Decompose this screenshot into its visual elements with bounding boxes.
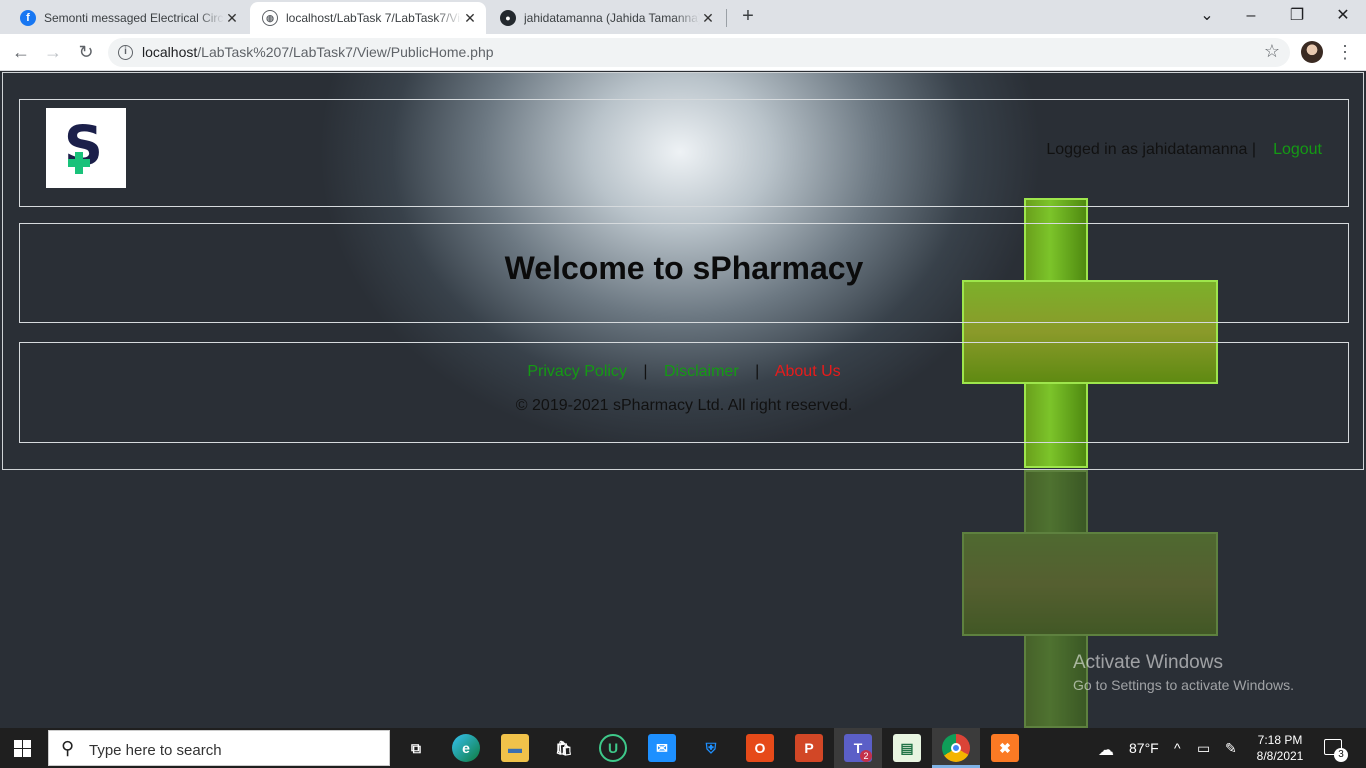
footer-links: Privacy Policy | Disclaimer | About Us	[20, 363, 1348, 381]
browser-tab-bar: f Semonti messaged Electrical Circ ✕ ◍ l…	[0, 0, 1366, 34]
tab-github[interactable]: ● jahidatamanna (Jahida Tamanna) ✕	[488, 2, 724, 34]
url-text[interactable]: localhost/LabTask%207/LabTask7/View/Publ…	[142, 44, 494, 60]
footer-separator: |	[643, 363, 648, 380]
edge-browser-icon[interactable]: e	[452, 734, 480, 762]
chrome-icon[interactable]	[942, 734, 970, 762]
copyright-text: © 2019-2021 sPharmacy Ltd. All right res…	[515, 397, 853, 414]
url-host: localhost	[142, 44, 198, 60]
tab-search-icon[interactable]: ⌄	[1195, 4, 1219, 28]
activate-windows-watermark: Activate Windows Go to Settings to activ…	[1073, 652, 1294, 693]
windows-taskbar: ⚲ Type here to search ⧉ e ▬ 🛍 U ✉ ⛨ O P …	[0, 728, 1366, 768]
close-tab-icon[interactable]: ✕	[462, 10, 478, 26]
tab-title: jahidatamanna (Jahida Tamanna)	[524, 11, 700, 25]
restore-icon[interactable]: ❐	[1285, 4, 1309, 28]
search-placeholder: Type here to search	[89, 742, 222, 759]
url-path: /LabTask%207/LabTask7/View/PublicHome.ph…	[197, 44, 494, 60]
disclaimer-link[interactable]: Disclaimer	[664, 363, 739, 380]
security-shield-icon[interactable]: ⛨	[697, 734, 725, 762]
tray-chevron-up-icon[interactable]: ^	[1174, 740, 1181, 756]
pen-icon[interactable]: ✎	[1225, 740, 1237, 757]
browser-toolbar: ← → ↻ i localhost/LabTask%207/LabTask7/V…	[0, 34, 1366, 71]
github-icon: ●	[500, 10, 516, 26]
teams-badge: 2	[860, 750, 872, 762]
bookmark-star-icon[interactable]: ☆	[1264, 41, 1280, 62]
project-app-icon[interactable]: ▤	[893, 734, 921, 762]
logged-in-label: Logged in as jahidatamanna |	[1046, 141, 1256, 158]
notification-count-badge: 3	[1334, 748, 1348, 762]
page-viewport: S Logged in as jahidatamanna | Logout We…	[0, 72, 1366, 728]
medical-plus-icon	[68, 152, 90, 174]
mail-icon[interactable]: ✉	[648, 734, 676, 762]
tab-separator	[726, 9, 727, 27]
about-us-link[interactable]: About Us	[775, 363, 841, 380]
reload-icon[interactable]: ↻	[74, 40, 98, 64]
windows-start-icon[interactable]	[14, 740, 31, 757]
footer-separator: |	[755, 363, 760, 380]
footer-panel: Privacy Policy | Disclaimer | About Us ©…	[19, 342, 1349, 443]
office-icon[interactable]: O	[746, 734, 774, 762]
tab-facebook[interactable]: f Semonti messaged Electrical Circ ✕	[8, 2, 248, 34]
task-view-icon[interactable]: ⧉	[402, 734, 430, 762]
watermark-title: Activate Windows	[1073, 652, 1223, 673]
info-icon[interactable]: i	[118, 45, 133, 60]
system-clock[interactable]: 7:18 PM 8/8/2021	[1250, 732, 1310, 764]
tab-title: Semonti messaged Electrical Circ	[44, 11, 224, 25]
powerpoint-icon[interactable]: P	[795, 734, 823, 762]
search-icon: ⚲	[61, 738, 75, 758]
tab-localhost[interactable]: ◍ localhost/LabTask 7/LabTask7/Vie ✕	[250, 2, 486, 34]
new-tab-button[interactable]: +	[738, 6, 758, 26]
store-icon[interactable]: 🛍	[550, 734, 578, 762]
globe-icon: ◍	[262, 10, 278, 26]
watermark-subtitle: Go to Settings to activate Windows.	[1073, 677, 1294, 693]
clock-date: 8/8/2021	[1256, 749, 1304, 763]
weather-temperature[interactable]: 87°F	[1129, 740, 1159, 756]
battery-icon[interactable]: ▭	[1197, 740, 1210, 757]
minimize-icon[interactable]: –	[1239, 4, 1263, 28]
close-tab-icon[interactable]: ✕	[700, 10, 716, 26]
logout-link[interactable]: Logout	[1273, 141, 1322, 159]
privacy-policy-link[interactable]: Privacy Policy	[527, 363, 627, 380]
weather-cloud-icon[interactable]: ☁	[1098, 740, 1114, 760]
address-bar[interactable]: i localhost/LabTask%207/LabTask7/View/Pu…	[108, 38, 1290, 67]
close-window-icon[interactable]: ✕	[1331, 4, 1355, 28]
header-panel: S Logged in as jahidatamanna | Logout	[19, 99, 1349, 207]
page-title: Welcome to sPharmacy	[504, 250, 864, 286]
close-tab-icon[interactable]: ✕	[224, 10, 240, 26]
welcome-panel: Welcome to sPharmacy	[19, 223, 1349, 323]
file-explorer-icon[interactable]: ▬	[501, 734, 529, 762]
facebook-icon: f	[20, 10, 36, 26]
spharmacy-logo[interactable]: S	[46, 108, 126, 188]
back-arrow-icon[interactable]: ←	[9, 40, 33, 64]
tab-title: localhost/LabTask 7/LabTask7/Vie	[286, 11, 462, 25]
page-container: S Logged in as jahidatamanna | Logout We…	[2, 72, 1364, 470]
menu-kebab-icon[interactable]: ⋮	[1336, 40, 1354, 64]
taskbar-search-box[interactable]: ⚲ Type here to search	[48, 730, 390, 766]
profile-avatar[interactable]	[1301, 41, 1323, 63]
upwork-icon[interactable]: U	[599, 734, 627, 762]
clock-time: 7:18 PM	[1257, 733, 1303, 747]
xampp-icon[interactable]: ✖	[991, 734, 1019, 762]
forward-arrow-icon[interactable]: →	[41, 40, 65, 64]
